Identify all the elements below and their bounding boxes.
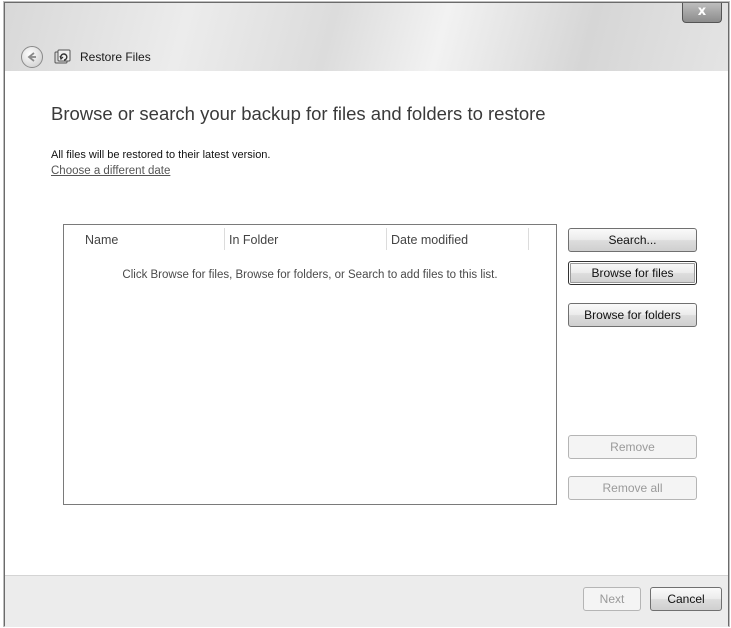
restore-file-list[interactable]: Name In Folder Date modified Click Brows… — [63, 224, 557, 505]
column-divider — [224, 228, 225, 250]
back-arrow-icon — [27, 52, 36, 62]
search-button[interactable]: Search... — [568, 228, 697, 252]
back-button[interactable] — [21, 46, 43, 68]
column-header-name[interactable]: Name — [85, 233, 118, 253]
column-divider — [528, 228, 529, 250]
column-divider — [386, 228, 387, 250]
remove-all-button[interactable]: Remove all — [568, 476, 697, 500]
restore-files-window: x Restore Files Browse or search your ba… — [4, 2, 729, 627]
remove-button[interactable]: Remove — [568, 435, 697, 459]
cancel-button[interactable]: Cancel — [650, 587, 722, 611]
column-header-date-modified[interactable]: Date modified — [391, 233, 468, 253]
dialog-footer: Next Cancel — [5, 575, 728, 627]
close-button[interactable]: x — [682, 3, 722, 23]
browse-for-folders-button[interactable]: Browse for folders — [568, 303, 697, 327]
window-title: Restore Files — [80, 50, 151, 64]
page-heading: Browse or search your backup for files a… — [51, 103, 546, 124]
browse-for-files-button[interactable]: Browse for files — [568, 261, 697, 285]
choose-different-date-link[interactable]: Choose a different date — [51, 165, 170, 177]
column-header-in-folder[interactable]: In Folder — [229, 233, 278, 253]
restore-files-icon — [54, 49, 71, 64]
title-bar: x Restore Files — [5, 3, 728, 71]
restore-info-text: All files will be restored to their late… — [51, 149, 271, 161]
empty-list-message: Click Browse for files, Browse for folde… — [122, 269, 498, 281]
next-button[interactable]: Next — [583, 587, 641, 611]
